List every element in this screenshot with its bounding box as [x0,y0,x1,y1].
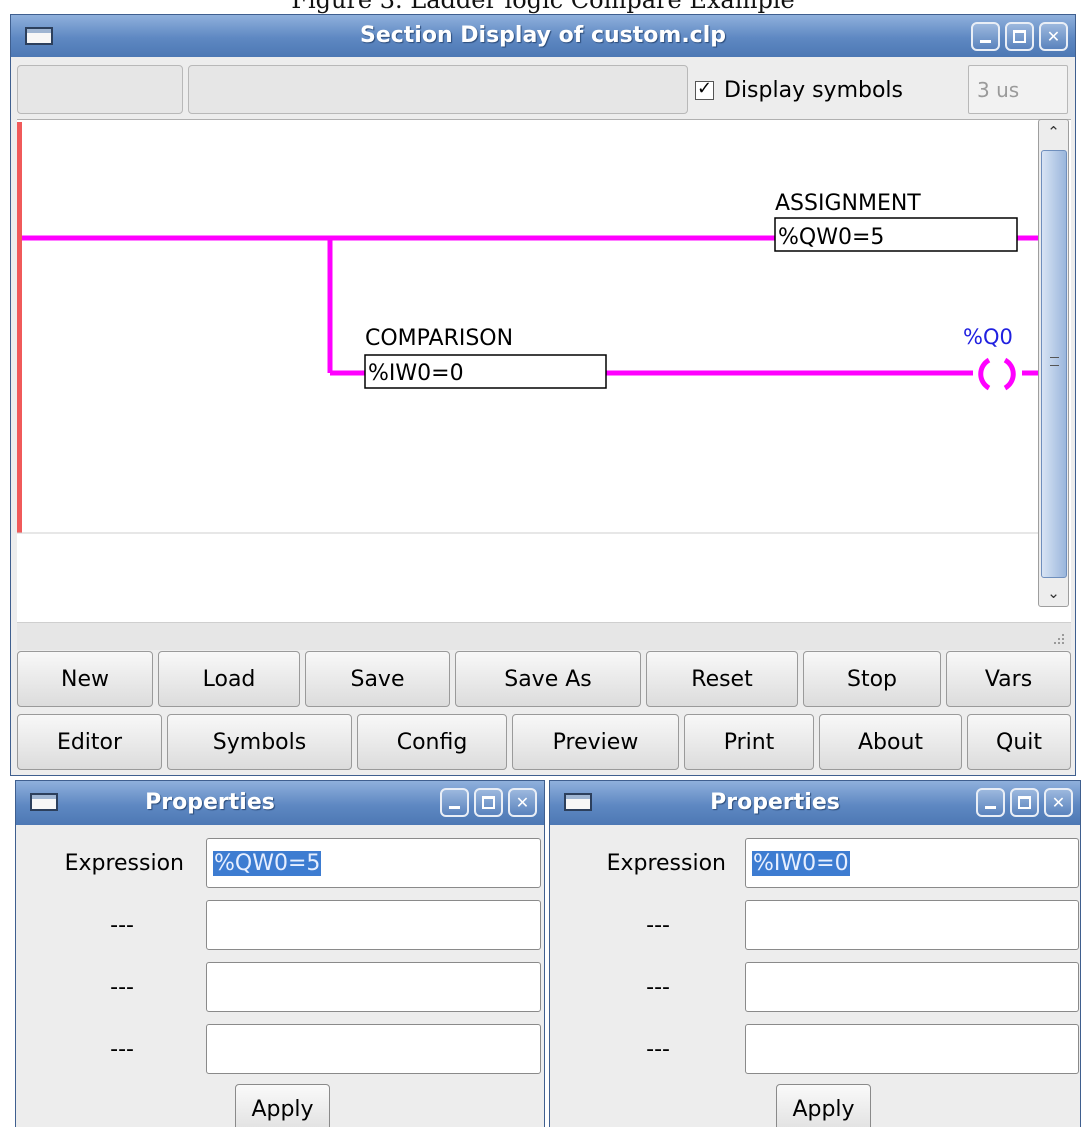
ladder-vertical-scrollbar[interactable]: ⌃ ⌄ [1038,119,1069,607]
quit-button[interactable]: Quit [967,714,1071,770]
save-button[interactable]: Save [305,651,450,707]
display-symbols-toggle[interactable]: Display symbols [695,73,903,107]
param-input-4[interactable] [206,1024,541,1074]
save-as-button[interactable]: Save As [455,651,641,707]
editor-button[interactable]: Editor [17,714,162,770]
param-input-2[interactable] [745,900,1079,950]
scroll-down-arrow-icon[interactable]: ⌄ [1039,584,1068,602]
expression-selected-text: %QW0=5 [213,851,322,876]
window-title: Section Display of custom.clp [359,23,727,48]
param-input-4[interactable] [745,1024,1079,1074]
comparison-expression: %IW0=0 [368,361,464,386]
vars-button[interactable]: Vars [946,651,1071,707]
expression-selected-text: %IW0=0 [752,851,850,876]
symbols-button[interactable]: Symbols [167,714,352,770]
stop-button[interactable]: Stop [803,651,941,707]
section-display-window: Section Display of custom.clp Display sy… [10,14,1076,776]
maximize-icon[interactable] [1010,788,1039,817]
param-label-4: --- [110,1037,134,1062]
apply-button[interactable]: Apply [235,1084,330,1127]
resize-grip-icon[interactable] [1051,632,1065,646]
print-button[interactable]: Print [684,714,814,770]
close-icon[interactable] [1039,22,1068,51]
status-field-2 [188,65,688,114]
minimize-icon[interactable] [440,788,469,817]
properties-titlebar[interactable]: Properties [550,781,1080,825]
output-coil-icon[interactable] [978,357,1016,391]
param-input-2[interactable] [206,900,541,950]
expression-input[interactable]: %QW0=5 [206,838,541,888]
param-label-2: --- [110,913,134,938]
cycle-time-display: 3 us [968,65,1068,114]
reset-button[interactable]: Reset [646,651,798,707]
maximize-icon[interactable] [1005,22,1034,51]
param-label-3: --- [646,975,670,1000]
minimize-icon[interactable] [971,22,1000,51]
window-menu-icon[interactable] [564,793,592,811]
expression-label: Expression [64,851,184,876]
properties-title: Properties [145,790,275,815]
about-button[interactable]: About [819,714,962,770]
display-symbols-label: Display symbols [724,77,903,103]
display-symbols-checkbox[interactable] [695,78,714,100]
maximize-icon[interactable] [474,788,503,817]
coil-label: %Q0 [963,325,1013,349]
param-label-3: --- [110,975,134,1000]
figure-caption: Figure 3. Ladder logic Compare Example [291,0,795,14]
properties-titlebar[interactable]: Properties [16,781,544,825]
param-input-3[interactable] [745,962,1079,1012]
window-titlebar[interactable]: Section Display of custom.clp [11,15,1075,57]
ladder-canvas[interactable]: ASSIGNMENT %QW0=5 COMPARISON %IW0=0 %Q0 [17,119,1071,622]
config-button[interactable]: Config [357,714,507,770]
minimize-icon[interactable] [976,788,1005,817]
assignment-title: ASSIGNMENT [775,191,921,216]
preview-button[interactable]: Preview [512,714,679,770]
ladder-footer-bar [17,622,1071,650]
param-input-3[interactable] [206,962,541,1012]
assignment-expression: %QW0=5 [778,225,884,250]
expression-label: Expression [606,851,726,876]
scrollbar-thumb[interactable] [1041,150,1067,578]
scroll-up-arrow-icon[interactable]: ⌃ [1039,123,1068,141]
properties-window-assignment: Properties Expression %QW0=5 --- --- ---… [15,780,545,1127]
properties-title: Properties [710,790,840,815]
param-label-2: --- [646,913,670,938]
new-button[interactable]: New [17,651,153,707]
load-button[interactable]: Load [158,651,300,707]
comparison-title: COMPARISON [365,326,513,351]
scroll-grip-icon [1050,357,1059,366]
apply-button[interactable]: Apply [776,1084,871,1127]
close-icon[interactable] [508,788,537,817]
left-power-rail [17,122,22,533]
param-label-4: --- [646,1037,670,1062]
close-icon[interactable] [1044,788,1073,817]
properties-window-comparison: Properties Expression %IW0=0 --- --- ---… [549,780,1081,1127]
expression-input[interactable]: %IW0=0 [745,838,1079,888]
status-field-1 [17,65,183,114]
